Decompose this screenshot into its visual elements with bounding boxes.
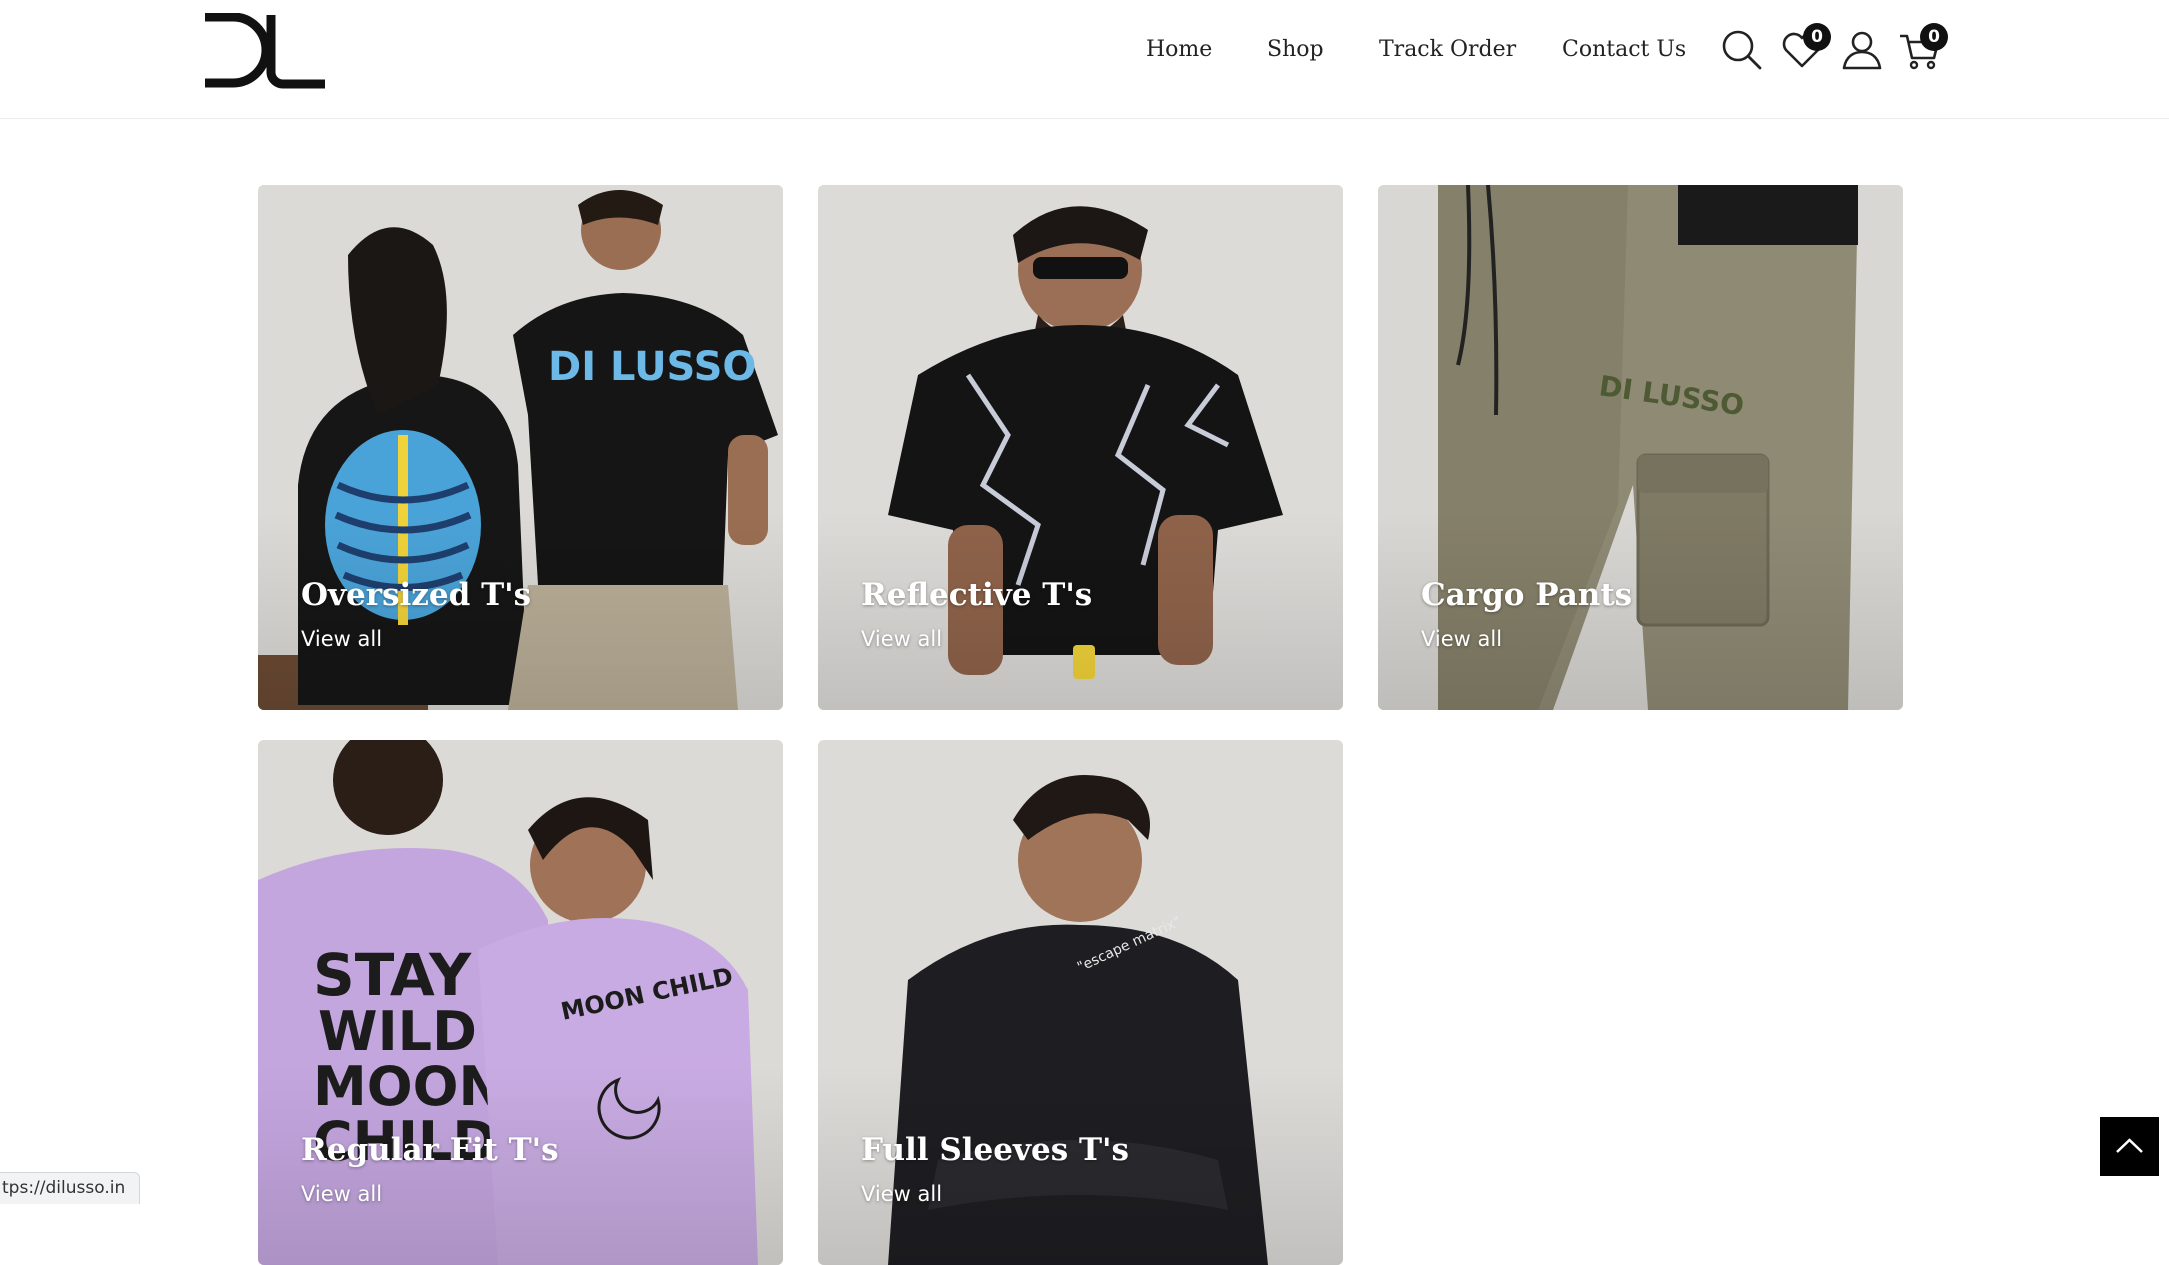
search-icon xyxy=(1722,30,1762,70)
svg-text:STAY: STAY xyxy=(313,941,472,1009)
cart-button[interactable]: 0 xyxy=(1898,23,1948,72)
nav-home[interactable]: Home xyxy=(1146,34,1212,66)
category-card-regular-fit[interactable]: STAY WILD MOON CHILD MOON CHILD Regular … xyxy=(258,740,783,1265)
nav-shop[interactable]: Shop xyxy=(1267,34,1324,66)
nav-track-order[interactable]: Track Order xyxy=(1379,34,1516,66)
category-card-reflective[interactable]: Reflective T's View all xyxy=(818,185,1343,710)
view-all-link[interactable]: View all xyxy=(301,627,382,651)
account-button[interactable] xyxy=(1840,28,1884,72)
dl-logo[interactable] xyxy=(203,13,325,89)
browser-status-url: tps://dilusso.in xyxy=(0,1172,141,1204)
wishlist-button[interactable]: 0 xyxy=(1780,23,1831,72)
view-all-link[interactable]: View all xyxy=(1421,627,1502,651)
search-button[interactable] xyxy=(1720,28,1764,72)
cart-count-badge: 0 xyxy=(1920,23,1948,51)
view-all-link[interactable]: View all xyxy=(861,1182,942,1206)
category-title: Reflective T's xyxy=(861,577,1093,613)
category-card-oversized[interactable]: DI LUSSO Oversized T's View all xyxy=(258,185,783,710)
category-card-full-sleeves[interactable]: "escape matrix" Full Sleeves T's View al… xyxy=(818,740,1343,1265)
svg-text:WILD: WILD xyxy=(318,1000,477,1063)
user-icon xyxy=(1842,31,1882,70)
category-title: Oversized T's xyxy=(301,577,532,613)
back-to-top-button[interactable] xyxy=(2100,1117,2159,1176)
view-all-link[interactable]: View all xyxy=(861,627,942,651)
nav-contact-us[interactable]: Contact Us xyxy=(1562,34,1686,66)
wishlist-count-badge: 0 xyxy=(1803,23,1831,51)
category-card-cargo[interactable]: DI LUSSO Cargo Pants View all xyxy=(1378,185,1903,710)
category-title: Regular Fit T's xyxy=(301,1132,559,1168)
category-title: Full Sleeves T's xyxy=(861,1132,1129,1168)
chevron-up-icon xyxy=(2116,1138,2143,1153)
site-header: Home Shop Track Order Contact Us 0 0 xyxy=(0,0,2169,119)
category-title: Cargo Pants xyxy=(1421,577,1633,613)
svg-text:DI LUSSO: DI LUSSO xyxy=(548,344,756,390)
view-all-link[interactable]: View all xyxy=(301,1182,382,1206)
